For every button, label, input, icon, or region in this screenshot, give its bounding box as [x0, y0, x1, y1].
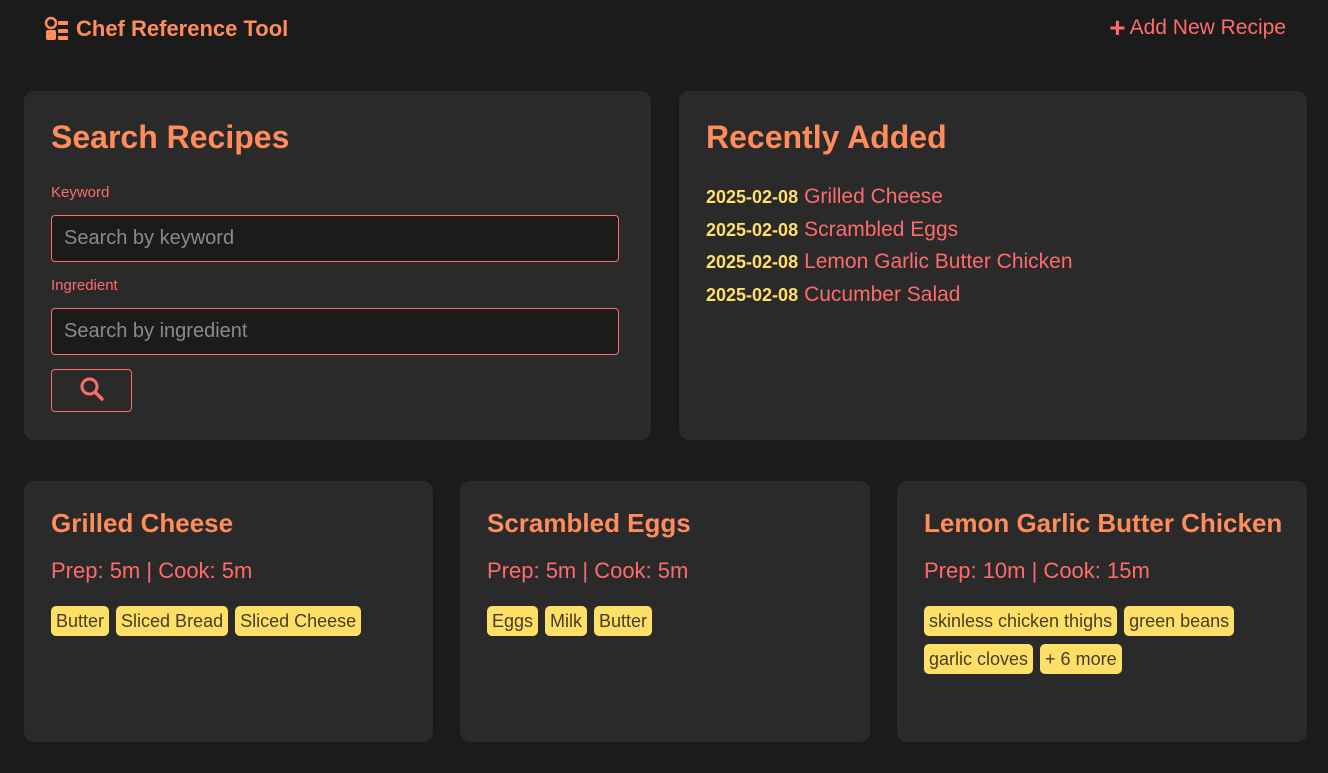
recipe-card[interactable]: Scrambled Eggs Prep: 5m | Cook: 5m Eggs … [460, 481, 870, 742]
recipe-times: Prep: 10m | Cook: 15m [924, 558, 1150, 583]
ingredient-tag: Sliced Cheese [235, 606, 362, 636]
list-item: 2025-02-08 Scrambled Eggs [706, 218, 1073, 251]
ingredient-tag: Sliced Bread [116, 606, 229, 636]
app-title: Chef Reference Tool [76, 16, 289, 41]
ingredient-tags: skinless chicken thighs green beans garl… [924, 606, 1283, 674]
ingredient-input[interactable] [51, 308, 619, 355]
recent-date: 2025-02-08 [706, 187, 799, 207]
list-item: 2025-02-08 Cucumber Salad [706, 283, 1073, 316]
ingredient-tag: garlic cloves [924, 644, 1034, 674]
recently-added-heading: Recently Added [706, 119, 947, 155]
search-button[interactable] [51, 369, 132, 412]
ingredient-tag: Milk [545, 606, 588, 636]
recent-recipe-link[interactable]: Scrambled Eggs [804, 218, 958, 242]
recent-recipe-link[interactable]: Cucumber Salad [804, 283, 960, 307]
recently-added-card: Recently Added 2025-02-08 Grilled Cheese… [679, 91, 1307, 440]
search-icon [79, 376, 105, 405]
ingredient-tag: Butter [594, 606, 653, 636]
ingredient-tags: Butter Sliced Bread Sliced Cheese [51, 606, 409, 636]
recent-date: 2025-02-08 [706, 252, 799, 273]
recent-recipe-link[interactable]: Lemon Garlic Butter Chicken [804, 250, 1072, 274]
ingredient-tags: Eggs Milk Butter [487, 606, 846, 636]
recipe-card[interactable]: Lemon Garlic Butter Chicken Prep: 10m | … [897, 481, 1307, 742]
search-recipes-heading: Search Recipes [51, 119, 290, 155]
ingredient-tag: Eggs [487, 606, 539, 636]
recent-recipe-link[interactable]: Grilled Cheese [804, 185, 943, 209]
list-item: 2025-02-08 Grilled Cheese [706, 185, 1073, 218]
recent-date: 2025-02-08 [706, 219, 799, 240]
recent-date: 2025-02-08 [706, 284, 799, 305]
recipe-times: Prep: 5m | Cook: 5m [487, 558, 689, 583]
ingredient-tag: skinless chicken thighs [924, 606, 1118, 636]
add-new-recipe-link[interactable]: + Add New Recipe [1109, 12, 1286, 43]
list-item: 2025-02-08 Lemon Garlic Butter Chicken [706, 250, 1073, 283]
header: Chef Reference Tool + Add New Recipe [0, 0, 1328, 60]
add-new-recipe-label: Add New Recipe [1129, 16, 1286, 39]
plus-icon: + [1109, 12, 1126, 43]
brand[interactable]: Chef Reference Tool [44, 16, 288, 42]
recipe-card[interactable]: Grilled Cheese Prep: 5m | Cook: 5m Butte… [24, 481, 433, 742]
keyword-label: Keyword [51, 184, 110, 201]
recent-list: 2025-02-08 Grilled Cheese 2025-02-08 Scr… [706, 185, 1073, 315]
ingredient-tag: Butter [51, 606, 110, 636]
keyword-input[interactable] [51, 215, 619, 262]
recipe-times: Prep: 5m | Cook: 5m [51, 558, 253, 583]
ingredient-tag: green beans [1124, 606, 1235, 636]
ingredient-label: Ingredient [51, 277, 118, 294]
search-recipes-card: Search Recipes Keyword Ingredient [24, 91, 651, 440]
recipe-title[interactable]: Lemon Garlic Butter Chicken [924, 509, 1283, 538]
recipe-title[interactable]: Scrambled Eggs [487, 509, 846, 538]
recipe-title[interactable]: Grilled Cheese [51, 509, 409, 538]
more-ingredients-tag: + 6 more [1040, 644, 1122, 674]
chef-hat-icon [44, 16, 70, 42]
